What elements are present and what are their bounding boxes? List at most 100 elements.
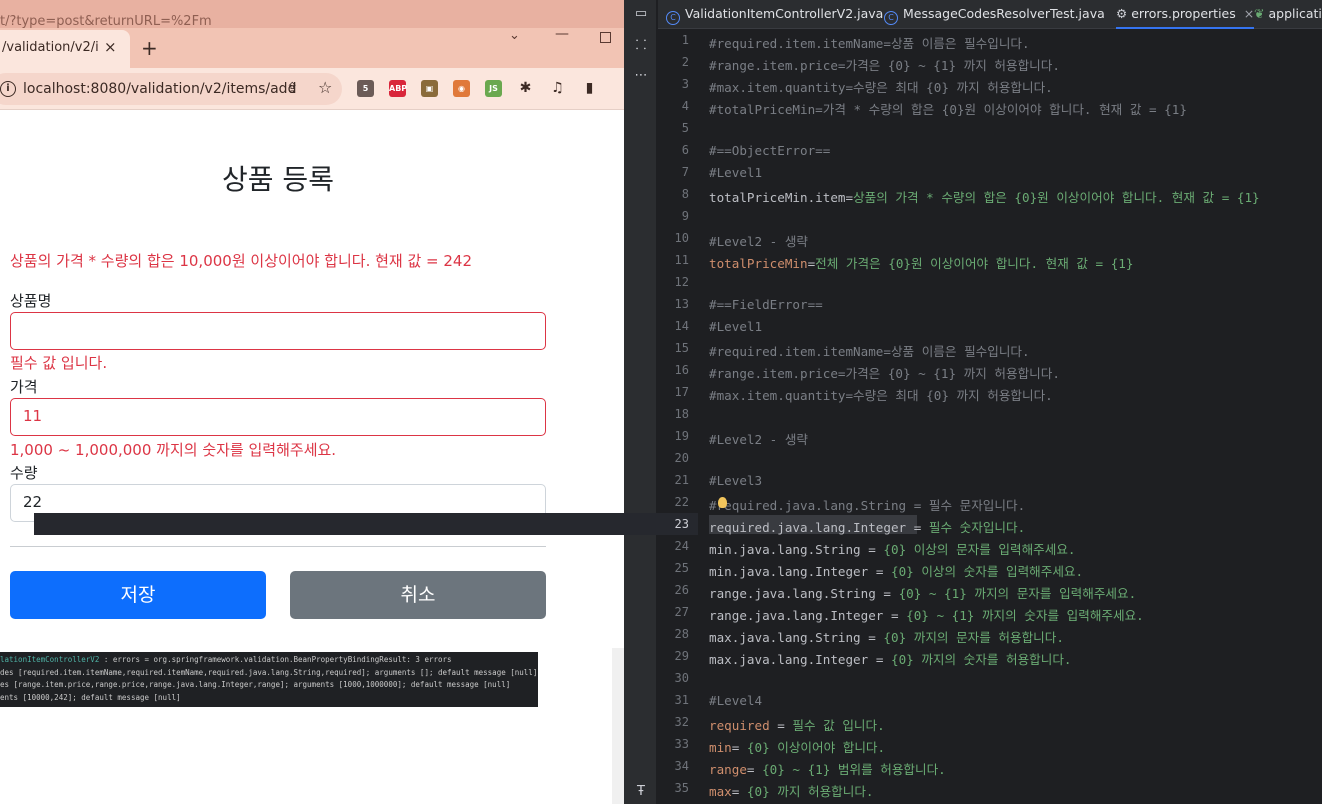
page-title: 상품 등록 [222, 163, 334, 196]
code-line: #required.item.itemName=상품 이름은 필수입니다. [709, 344, 1030, 359]
property-value: 필수 숫자입니다. [928, 520, 1026, 535]
property-value: {0} 까지의 숫자를 허용합니다. [890, 652, 1072, 667]
code-line: #Level2 - 생략 [709, 432, 808, 447]
property-separator: = [883, 608, 907, 623]
new-tab-button[interactable]: + [141, 36, 158, 60]
line-number: 24 [674, 539, 689, 553]
property-value: 필수 값 입니다. [792, 718, 885, 733]
code-line: #range.item.price=가격은 {0} ~ {1} 까지 허용합니다… [709, 58, 1060, 73]
code-line: max.java.lang.String = {0} 까지의 문자를 허용합니다… [709, 627, 1064, 646]
line-number: 33 [674, 737, 689, 751]
bookmark-star-icon[interactable]: ☆ [318, 78, 332, 97]
code-line: #totalPriceMin=가격 * 수량의 합은 {0}원 이상이어야 합니… [709, 102, 1187, 117]
share-icon[interactable]: ⇪ [286, 79, 299, 97]
line-number: 22 [674, 495, 689, 509]
property-separator: = [769, 718, 793, 733]
line-number: 7 [681, 165, 689, 179]
property-value: {0} 이상의 숫자를 입력해주세요. [890, 564, 1084, 579]
fox-ext-icon[interactable]: ◉ [453, 80, 470, 97]
code-line: #Level3 [709, 473, 763, 488]
line-number: 28 [674, 627, 689, 641]
line-number: 9 [681, 209, 689, 223]
playlist-icon[interactable]: ♫ [549, 80, 566, 97]
property-key: min.java.lang.String [709, 542, 861, 557]
line-number: 3 [681, 77, 689, 91]
line-number: 31 [674, 693, 689, 707]
active-tab[interactable]: /validation/v2/iter × [0, 30, 130, 68]
property-separator: = [860, 630, 884, 645]
property-separator: = [860, 542, 884, 557]
code-line: max.java.lang.Integer = {0} 까지의 숫자를 허용합니… [709, 649, 1072, 668]
page-content: 상품 등록 상품의 가격 * 수량의 합은 10,000원 이상이어야 합니다.… [0, 110, 624, 648]
js-ext-icon[interactable]: JS [485, 80, 502, 97]
form-divider [10, 546, 546, 547]
sidepanel-icon[interactable]: ▮ [581, 80, 598, 97]
tab-validation-controller[interactable]: C ValidationItemControllerV2.java [666, 0, 883, 29]
site-info-icon[interactable]: i [0, 81, 16, 97]
console-line: es [range.item.price,range.price,range.j… [0, 680, 511, 689]
property-separator: = [731, 740, 747, 755]
tab-errors-properties[interactable]: ⚙ errors.properties × [1116, 0, 1255, 29]
puzzle-icon[interactable]: ✱ [517, 80, 534, 97]
global-error-message: 상품의 가격 * 수량의 합은 10,000원 이상이어야 합니다. 현재 값 … [10, 252, 473, 270]
line-number: 21 [674, 473, 689, 487]
tab-label: errors.properties [1131, 6, 1236, 21]
code-line: #max.item.quantity=수량은 최대 {0} 까지 허용합니다. [709, 388, 1053, 403]
item-name-label: 상품명 [10, 292, 52, 310]
property-separator: = [868, 564, 891, 579]
property-key: min.java.lang.Integer [709, 564, 869, 579]
background-tab-title: t/?type=post&returnURL=%2Fm [0, 14, 212, 28]
property-separator: = [875, 586, 899, 601]
code-line: #max.item.quantity=수량은 최대 {0} 까지 허용합니다. [709, 80, 1053, 95]
property-separator: = [906, 520, 929, 535]
url-text[interactable]: localhost:8080/validation/v2/items/add [23, 81, 296, 97]
line-number: 5 [681, 121, 689, 135]
intention-bulb-icon[interactable] [718, 497, 727, 508]
code-line: #Level1 [709, 319, 763, 334]
line-number: 12 [674, 275, 689, 289]
tab-message-codes-test[interactable]: C MessageCodesResolverTest.java [884, 0, 1105, 29]
property-key: max.java.lang.String [709, 630, 861, 645]
line-number: 32 [674, 715, 689, 729]
browser-window: t/?type=post&returnURL=%2Fm /validation/… [0, 0, 624, 648]
property-value: {0} 까지 허용합니다. [746, 784, 874, 799]
active-tab-title: /validation/v2/iter [2, 40, 98, 55]
project-folder-icon[interactable]: ▭ [633, 6, 649, 22]
property-value: {0} ~ {1} 까지의 숫자를 입력해주세요. [906, 608, 1144, 623]
code-line: #required.java.lang.String = 필수 문자입니다. [709, 498, 1026, 513]
address-bar[interactable]: i localhost:8080/validation/v2/items/add… [0, 73, 342, 105]
code-line: required = 필수 값 입니다. [709, 715, 885, 734]
tab-label: ValidationItemControllerV2.java [685, 6, 884, 21]
image-ext-icon[interactable]: ▣ [421, 80, 438, 97]
window-edge [612, 648, 624, 804]
console-line: des [required.item.itemName,required.ite… [0, 667, 538, 677]
properties-gear-icon: ⚙ [1116, 6, 1128, 21]
minimize-button[interactable]: — [555, 26, 569, 42]
property-key: max.java.lang.Integer [709, 652, 869, 667]
line-number: 16 [674, 363, 689, 377]
code-line: range.java.lang.String = {0} ~ {1} 까지의 문… [709, 583, 1136, 602]
code-line: #Level2 - 생략 [709, 234, 808, 249]
code-line: min.java.lang.String = {0} 이상의 문자를 입력해주세… [709, 539, 1076, 558]
property-separator: = [746, 762, 763, 777]
tab-application[interactable]: ❦applicatio [1254, 0, 1322, 29]
item-name-input[interactable] [10, 312, 546, 350]
property-value: {0} ~ {1} 까지의 문자를 입력해주세요. [898, 586, 1137, 601]
cancel-button[interactable]: 취소 [290, 571, 546, 619]
adblock-icon[interactable]: ABP [389, 80, 407, 97]
maximize-button[interactable] [600, 32, 611, 43]
html5-icon[interactable]: 5 [357, 80, 374, 97]
tab-search-icon[interactable]: ⌄ [509, 28, 520, 43]
price-input[interactable]: 11 [10, 398, 546, 436]
java-class-icon: C [884, 11, 898, 25]
close-tab-icon[interactable]: × [1244, 6, 1254, 21]
price-error: 1,000 ~ 1,000,000 까지의 숫자를 입력해주세요. [10, 441, 337, 459]
code-line: #range.item.price=가격은 {0} ~ {1} 까지 허용합니다… [709, 366, 1060, 381]
property-value: {0} 까지의 문자를 허용합니다. [883, 630, 1064, 645]
close-tab-icon[interactable]: × [104, 38, 117, 56]
save-button[interactable]: 저장 [10, 571, 266, 619]
code-line: totalPriceMin=전체 가격은 {0}원 이상이어야 합니다. 현재 … [709, 253, 1133, 272]
background-tab[interactable]: t/?type=post&returnURL=%2Fm [0, 0, 624, 28]
line-number: 19 [674, 429, 689, 443]
tab-strip: t/?type=post&returnURL=%2Fm /validation/… [0, 0, 624, 68]
